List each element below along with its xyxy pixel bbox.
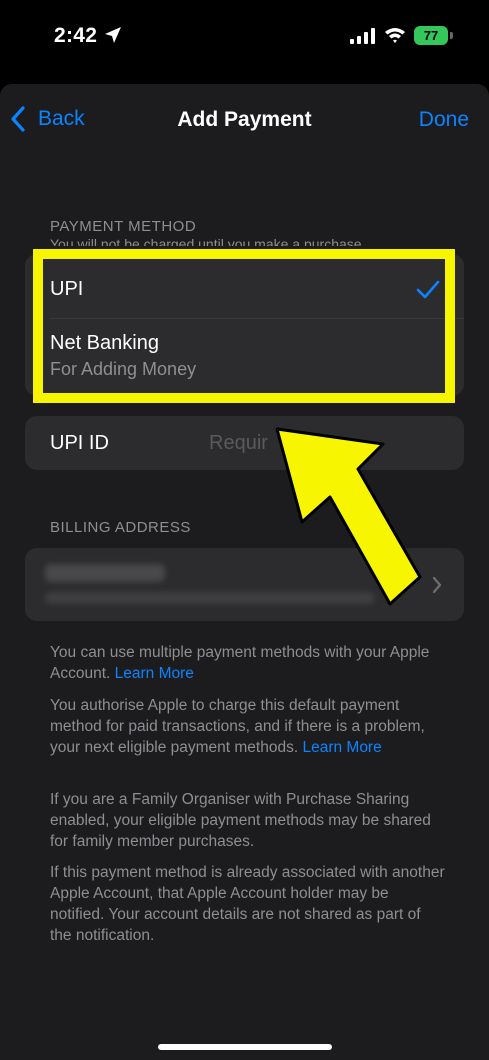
navigation-bar: Back Add Payment Done [0, 84, 489, 154]
chevron-right-icon [432, 576, 442, 594]
status-bar: 2:42 77 [0, 0, 489, 76]
payment-method-header: PAYMENT METHOD [50, 218, 197, 235]
payment-method-subheader: You will not be charged until you make a… [50, 236, 366, 246]
payment-sheet: Back Add Payment Done PAYMENT METHOD You… [0, 84, 489, 1060]
info-p1-text: You can use multiple payment methods wit… [50, 644, 430, 682]
info-family-sharing: If you are a Family Organiser with Purch… [50, 791, 431, 850]
battery-icon: 77 [414, 26, 448, 45]
home-indicator [158, 1044, 332, 1050]
battery-level: 77 [423, 28, 439, 43]
wifi-icon [385, 28, 405, 43]
info-authorise: You authorise Apple to charge this defau… [50, 695, 445, 758]
redacted-address [45, 592, 375, 604]
cellular-signal-icon [350, 28, 375, 44]
info-multiple-methods: You can use multiple payment methods wit… [50, 642, 445, 684]
location-arrow-icon [105, 27, 121, 43]
page-title: Add Payment [177, 108, 312, 131]
billing-address-row[interactable] [25, 548, 464, 621]
status-time: 2:42 [54, 24, 98, 47]
upi-id-input[interactable]: Requir [209, 432, 268, 455]
battery-cap [450, 32, 453, 39]
learn-more-link-2[interactable]: Learn More [302, 739, 381, 756]
upi-id-label: UPI ID [50, 432, 109, 454]
info-account-notice: If this payment method is already associ… [50, 864, 445, 944]
billing-address-header: BILLING ADDRESS [50, 519, 191, 536]
highlight-box [33, 249, 455, 403]
redacted-name [45, 564, 165, 582]
done-button[interactable]: Done [419, 108, 469, 132]
learn-more-link-1[interactable]: Learn More [115, 665, 194, 682]
upi-id-row[interactable]: UPI ID Requir [25, 416, 464, 470]
